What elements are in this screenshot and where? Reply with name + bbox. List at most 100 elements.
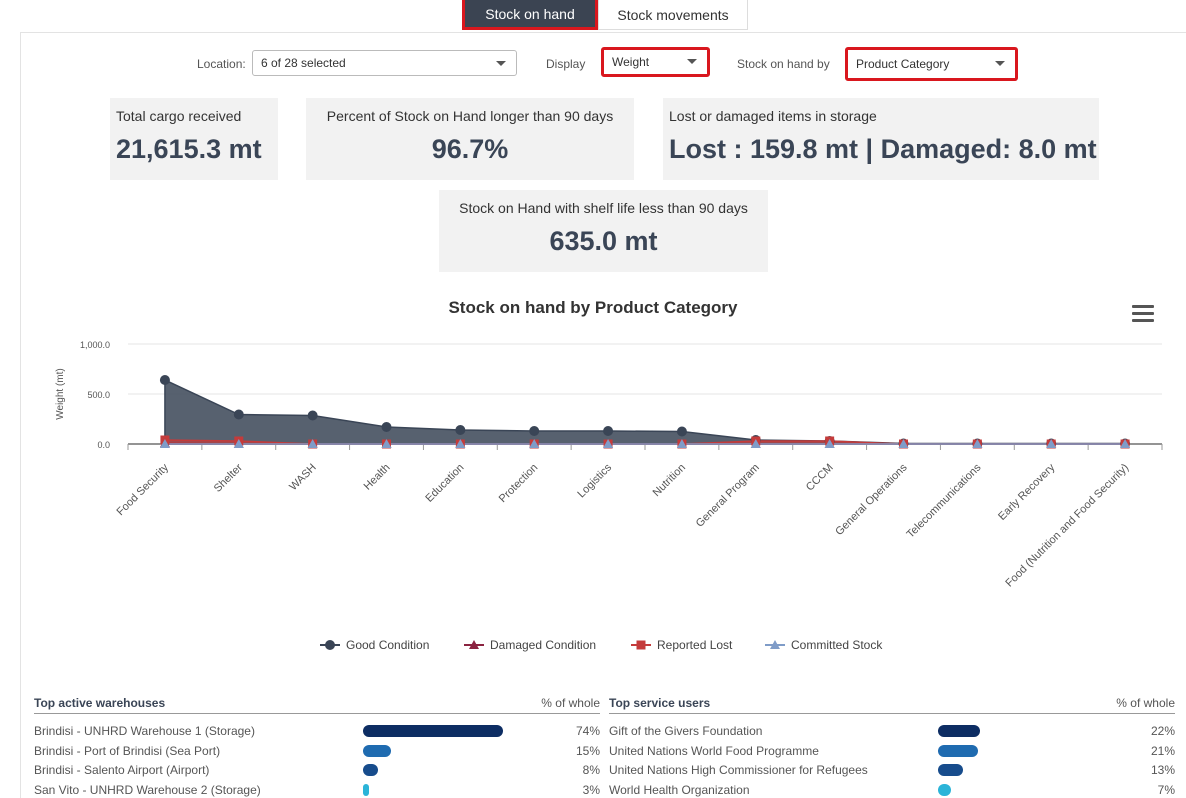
x-tick-label: Health — [362, 462, 393, 493]
list-item-name: United Nations High Commissioner for Ref… — [609, 763, 868, 777]
kpi-total-cargo: Total cargo received 21,615.3 mt — [110, 98, 278, 180]
share-bar — [363, 725, 503, 737]
warehouses-pct-header: % of whole — [541, 696, 600, 710]
list-item-name: Brindisi - Salento Airport (Airport) — [34, 763, 210, 777]
service-users-pct-header: % of whole — [1116, 696, 1175, 710]
list-item: Brindisi - Port of Brindisi (Sea Port) 15… — [34, 741, 604, 760]
data-point — [233, 409, 244, 420]
y-tick-label: 1,000.0 — [80, 340, 110, 350]
list-item: United Nations High Commissioner for Ref… — [609, 760, 1179, 779]
legend-marker-icon — [765, 640, 785, 649]
y-tick-label: 500.0 — [87, 390, 110, 400]
warehouses-title: Top active warehouses — [34, 696, 166, 710]
share-bar — [938, 725, 980, 737]
group-by-select-value: Product Category — [856, 57, 950, 71]
data-point — [381, 422, 392, 432]
list-item-percent: 7% — [1157, 782, 1175, 797]
kpi-value: 96.7% — [431, 134, 509, 164]
list-item-percent: 22% — [1150, 724, 1175, 738]
x-tick-label: General Operations — [833, 461, 910, 538]
share-bar — [938, 744, 979, 757]
group-by-select[interactable]: Product Category — [845, 47, 1018, 81]
legend-marker-icon — [320, 640, 340, 650]
share-bar — [363, 783, 369, 796]
list-item-percent: 74% — [575, 724, 600, 738]
y-axis-label: Weight (mt) — [55, 368, 66, 420]
kpi-label: Lost or damaged items in storage — [669, 108, 877, 124]
tab-stock-on-hand[interactable]: Stock on hand — [462, 0, 598, 30]
kpi-value: 21,615.3 mt — [116, 134, 262, 164]
kpi-value: Lost : 159.8 mt | Damaged: 8.0 mt — [669, 134, 1097, 164]
x-tick-label: Food (Nutrition and Food Security) — [1003, 462, 1131, 590]
legend-label: Damaged Condition — [490, 638, 597, 652]
data-point — [603, 426, 614, 436]
display-label: Display — [546, 57, 586, 71]
legend-label: Reported Lost — [657, 638, 733, 652]
group-by-label: Stock on hand by — [737, 57, 830, 71]
legend-item[interactable]: Damaged Condition — [464, 638, 596, 652]
hamburger-menu-icon[interactable] — [1132, 305, 1154, 323]
list-item: Brindisi - UNHRD Warehouse 1 (Storage) 74… — [34, 721, 604, 740]
data-point — [529, 426, 540, 436]
data-point — [307, 410, 318, 421]
list-item-name: Gift of the Givers Foundation — [609, 724, 763, 738]
list-item-percent: 8% — [582, 763, 600, 777]
data-point — [455, 425, 466, 435]
legend-item[interactable]: Committed Stock — [765, 638, 882, 652]
kpi-label: Total cargo received — [116, 108, 242, 124]
location-select[interactable]: 6 of 28 selected — [252, 50, 517, 76]
x-tick-label: Protection — [497, 462, 541, 506]
kpi-label: Stock on Hand with shelf life less than … — [459, 200, 748, 216]
x-tick-label: Telecommunications — [905, 461, 984, 540]
y-tick-label: 0.0 — [97, 440, 110, 450]
kpi-value: 635.0 mt — [549, 226, 658, 256]
legend-item[interactable]: Reported Lost — [631, 638, 732, 652]
x-tick-label: Nutrition — [651, 462, 688, 499]
legend-marker-icon — [631, 640, 651, 650]
display-select[interactable]: Weight — [601, 47, 710, 77]
list-item-percent: 13% — [1150, 763, 1175, 777]
list-item-name: San Vito - UNHRD Warehouse 2 (Storage) — [34, 782, 261, 797]
legend-item[interactable]: Good Condition — [320, 638, 429, 652]
x-tick-label: Early Recovery — [996, 461, 1058, 523]
series-area — [164, 378, 1126, 445]
list-item: Brindisi - Salento Airport (Airport) 8% — [34, 760, 604, 779]
x-tick-label: General Program — [694, 462, 762, 530]
tab-bar: Stock on hand Stock movements — [0, 0, 1186, 30]
display-select-value: Weight — [612, 55, 650, 69]
x-tick-label: Shelter — [212, 461, 245, 494]
list-item-percent: 15% — [575, 743, 600, 758]
share-bar — [363, 764, 379, 776]
kpi-shelf-life: Stock on Hand with shelf life less than … — [439, 190, 768, 272]
list-item-percent: 3% — [582, 782, 600, 797]
location-label: Location: — [197, 57, 246, 71]
list-item-name: United Nations World Food Programme — [609, 743, 819, 758]
location-select-value: 6 of 28 selected — [261, 56, 346, 70]
x-tick-label: WASH — [287, 462, 319, 494]
tab-stock-movements[interactable]: Stock movements — [598, 0, 748, 30]
chevron-down-icon — [995, 61, 1005, 66]
x-tick-label: Education — [423, 462, 466, 505]
x-tick-label: CCCM — [804, 462, 836, 494]
legend-marker-icon — [464, 640, 484, 649]
share-bar — [363, 744, 392, 757]
list-item: World Health Organization 7% — [609, 780, 1179, 798]
data-point — [676, 426, 687, 437]
x-tick-label: Food Security — [115, 461, 172, 518]
legend-label: Good Condition — [346, 638, 430, 652]
divider — [609, 713, 1175, 714]
list-item-name: Brindisi - Port of Brindisi (Sea Port) — [34, 743, 221, 758]
share-bar — [938, 783, 952, 796]
data-point — [159, 375, 170, 385]
x-tick-label: Logistics — [575, 461, 614, 500]
list-item: Gift of the Givers Foundation 22% — [609, 721, 1179, 740]
chevron-down-icon — [496, 61, 506, 66]
stock-chart: 0.0 500.0 1,000.0 Weight (mt) Food Security S… — [55, 340, 1163, 590]
list-item-name: Brindisi - UNHRD Warehouse 1 (Storage) — [34, 724, 255, 738]
service-users-title: Top service users — [609, 696, 711, 710]
chart-title: Stock on hand by Product Category — [448, 298, 738, 317]
list-item: United Nations World Food Programme 21% — [609, 741, 1179, 760]
list-item: San Vito - UNHRD Warehouse 2 (Storage) 3% — [34, 780, 604, 798]
kpi-over-90-days: Percent of Stock on Hand longer than 90 … — [306, 98, 634, 180]
legend-label: Committed Stock — [791, 638, 883, 652]
